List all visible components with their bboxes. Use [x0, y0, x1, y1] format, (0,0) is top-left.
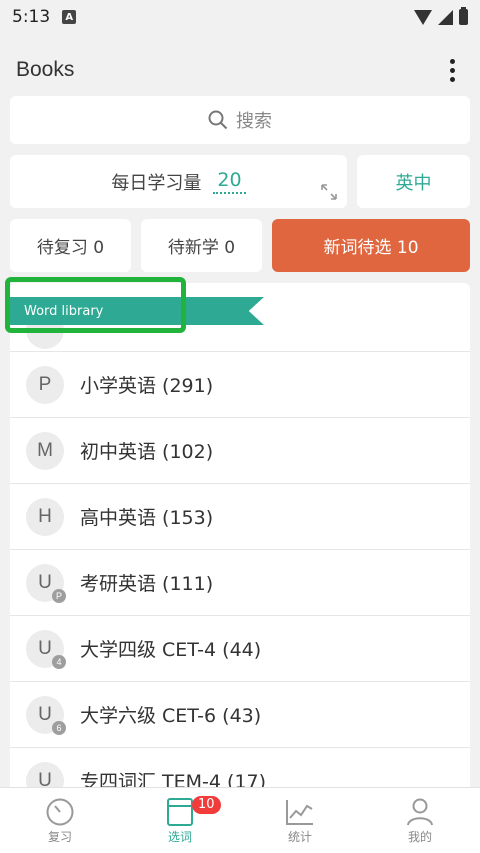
nav-profile-label: 我的 — [407, 830, 432, 844]
app-bar: Books — [0, 40, 480, 100]
nav-profile[interactable]: 我的 — [360, 788, 480, 853]
wifi-icon — [414, 9, 432, 25]
ribbon-label: Word library — [24, 303, 104, 319]
word-library-ribbon: Word library — [10, 297, 264, 325]
person-icon — [407, 798, 433, 826]
list-item[interactable]: H 高中英语 (153) — [10, 483, 470, 549]
pending-words-button[interactable]: 新词待选 10 — [272, 219, 470, 272]
nav-review-label: 复习 — [47, 830, 72, 844]
book-label: 考研英语 (111) — [80, 573, 214, 595]
book-sub-badge: P — [52, 588, 66, 603]
daily-amount-value[interactable]: 20 — [213, 169, 246, 194]
signal-icon — [438, 9, 453, 25]
page-title: Books — [16, 58, 75, 81]
status-icons — [414, 7, 468, 25]
search-placeholder: 搜索 — [236, 111, 272, 132]
status-bar: 5:13 A — [0, 0, 480, 34]
search-icon — [208, 110, 228, 130]
list-item[interactable]: M 初中英语 (102) — [10, 417, 470, 483]
expand-icon[interactable] — [321, 184, 337, 200]
more-options-icon[interactable] — [440, 52, 464, 88]
nav-select-words[interactable]: 选词 10 — [120, 788, 240, 853]
list-item[interactable]: P 小学英语 (291) — [10, 351, 470, 417]
book-label: 初中英语 (102) — [80, 441, 214, 463]
book-badge: U6 — [26, 695, 66, 735]
new-learn-count-button[interactable]: 待新学 0 — [141, 219, 262, 272]
language-toggle-button[interactable]: 英中 — [357, 155, 470, 208]
book-label: 大学六级 CET-6 (43) — [80, 705, 262, 727]
bottom-nav: 复习 选词 10 统计 我的 — [0, 787, 480, 853]
daily-amount-label: 每日学习量 — [111, 172, 202, 194]
book-sub-badge: 4 — [52, 654, 66, 669]
book-list: Word library P 小学英语 (291) M 初中英语 (102) H… — [10, 283, 470, 793]
chart-icon — [286, 800, 313, 825]
list-item[interactable]: UP 考研英语 (111) — [10, 549, 470, 615]
nav-badge: 10 — [192, 796, 221, 814]
book-sub-badge: 6 — [52, 720, 66, 735]
book-icon — [167, 798, 193, 826]
book-badge: H — [26, 497, 64, 536]
book-badge: P — [26, 365, 64, 404]
nav-select-label: 选词 — [167, 830, 192, 844]
list-item[interactable]: U4 大学四级 CET-4 (44) — [10, 615, 470, 681]
status-time: 5:13 — [12, 7, 51, 27]
battery-icon — [459, 7, 468, 25]
nav-stats-label: 统计 — [287, 830, 312, 844]
book-badge: UP — [26, 563, 66, 603]
book-label: 高中英语 (153) — [80, 507, 214, 529]
daily-amount-card[interactable]: 每日学习量 20 — [10, 155, 347, 208]
notification-a-icon: A — [62, 10, 77, 24]
list-item[interactable]: U6 大学六级 CET-6 (43) — [10, 681, 470, 747]
search-input[interactable]: 搜索 — [10, 96, 470, 144]
timer-icon — [46, 798, 74, 826]
review-count-button[interactable]: 待复习 0 — [10, 219, 131, 272]
book-label: 小学英语 (291) — [80, 375, 214, 397]
book-badge: U4 — [26, 629, 66, 669]
nav-stats[interactable]: 统计 — [240, 788, 360, 853]
book-label: 大学四级 CET-4 (44) — [80, 639, 262, 661]
nav-review[interactable]: 复习 — [0, 788, 120, 853]
book-badge: M — [26, 431, 64, 470]
